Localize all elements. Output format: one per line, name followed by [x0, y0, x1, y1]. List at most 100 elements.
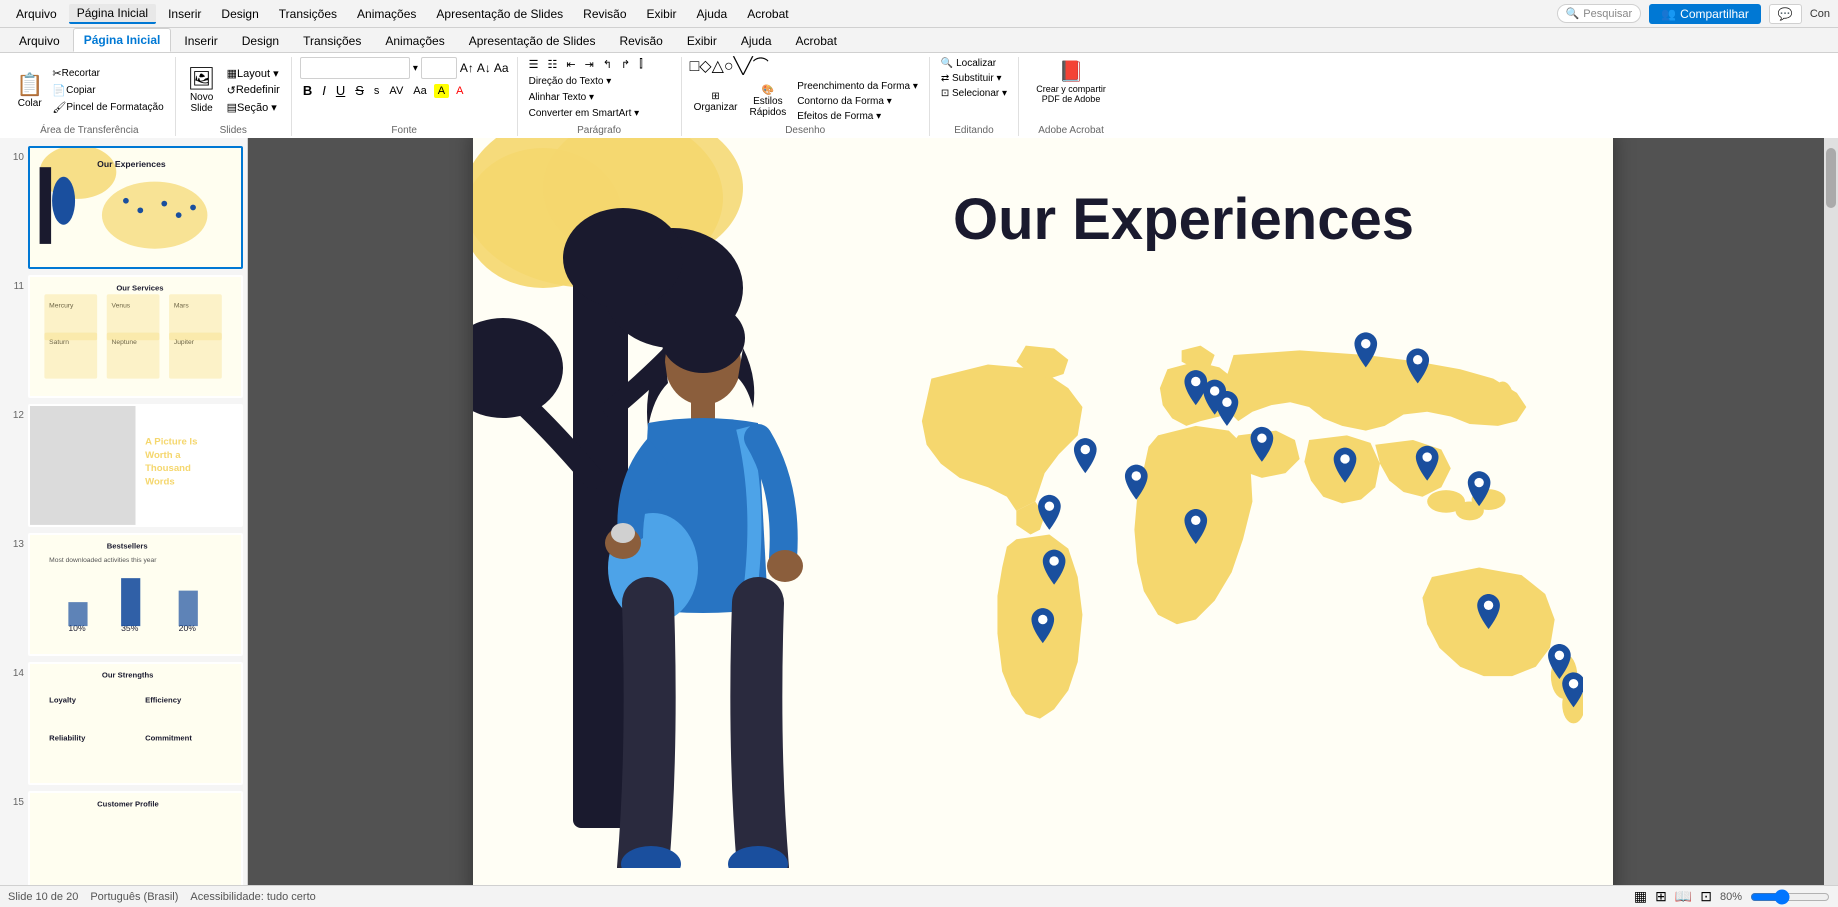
select-button[interactable]: ⊡ Selecionar ▾	[938, 87, 1010, 100]
slide-thumb-14[interactable]: 14 Our Strengths Loyalty Efficiency Reli…	[4, 662, 243, 785]
tab-pagina-inicial[interactable]: Página Inicial	[73, 28, 172, 52]
reset-icon: ↺	[227, 84, 236, 97]
search-box[interactable]: 🔍 Pesquisar	[1557, 4, 1642, 23]
scroll-bar[interactable]	[1824, 138, 1838, 885]
slide-img-15[interactable]: Customer Profile	[28, 791, 243, 885]
right-to-left-button[interactable]: ↱	[618, 57, 633, 72]
shape-outline-button[interactable]: Contorno da Forma ▾	[794, 95, 921, 108]
ribbon-group-editing: 🔍 Localizar ⇄ Substituir ▾ ⊡ Selecionar …	[934, 57, 1019, 136]
menu-acrobat[interactable]: Acrobat	[739, 5, 796, 23]
menu-pagina-inicial[interactable]: Página Inicial	[69, 4, 156, 24]
svg-text:Commitment: Commitment	[145, 733, 192, 742]
slide-thumb-15[interactable]: 15 Customer Profile	[4, 791, 243, 885]
shadow-button[interactable]: s	[371, 84, 383, 98]
replace-button[interactable]: ⇄ Substituir ▾	[938, 72, 1010, 85]
comment-button[interactable]: 💬	[1769, 4, 1802, 24]
status-bar: Slide 10 de 20 Português (Brasil) Acessi…	[0, 885, 1838, 907]
format-painter-label: Pincel de Formatação	[66, 102, 163, 113]
char-spacing-button[interactable]: AV	[386, 84, 406, 98]
bold-button[interactable]: B	[300, 82, 315, 99]
underline-button[interactable]: U	[333, 82, 348, 99]
view-sorter-button[interactable]: ⊞	[1655, 888, 1667, 905]
quick-styles-button[interactable]: 🎨 EstilosRápidos	[746, 83, 791, 120]
view-normal-button[interactable]: ▦	[1634, 888, 1647, 905]
slide-img-10[interactable]: Our Experiences	[28, 146, 243, 269]
slide-thumb-11[interactable]: 11 Our Services Mercury Venus Mars Satur…	[4, 275, 243, 398]
tab-acrobat[interactable]: Acrobat	[785, 29, 848, 52]
highlight-button[interactable]: A	[434, 84, 449, 98]
tab-revisao[interactable]: Revisão	[608, 29, 673, 52]
menu-transicoes[interactable]: Transições	[271, 5, 345, 23]
layout-button[interactable]: ▦ Layout ▾	[224, 66, 283, 81]
menu-inserir[interactable]: Inserir	[160, 5, 209, 23]
world-map-svg	[903, 298, 1583, 856]
slide-img-11[interactable]: Our Services Mercury Venus Mars Saturn N…	[28, 275, 243, 398]
text-direction-button[interactable]: Direção do Texto ▾	[526, 75, 615, 88]
zoom-slider[interactable]	[1750, 890, 1830, 904]
reset-button[interactable]: ↺ Redefinir	[224, 83, 283, 98]
slide-thumb-10[interactable]: 10 Our Experiences	[4, 146, 243, 269]
bullets-button[interactable]: ☰	[526, 57, 542, 72]
reset-label: Redefinir	[236, 84, 280, 96]
columns-button[interactable]: ⫿	[636, 57, 646, 72]
tab-exibir[interactable]: Exibir	[676, 29, 728, 52]
slide-thumb-13[interactable]: 13 Bestsellers Most downloaded activitie…	[4, 533, 243, 656]
view-reading-button[interactable]: 📖	[1675, 888, 1692, 905]
case-button[interactable]: Aa	[410, 84, 429, 98]
menu-arquivo[interactable]: Arquivo	[8, 5, 65, 23]
tab-ajuda[interactable]: Ajuda	[730, 29, 783, 52]
paste-button[interactable]: 📋 Colar	[12, 70, 47, 111]
copy-button[interactable]: 📄 Copiar	[49, 83, 166, 98]
menu-apresentacao[interactable]: Apresentação de Slides	[428, 5, 571, 23]
slide-info: Slide 10 de 20	[8, 891, 78, 903]
font-size-input[interactable]	[421, 57, 457, 79]
search-icon: 🔍	[1566, 7, 1580, 20]
slide-img-12[interactable]: A Picture Is Worth a Thousand Words	[28, 404, 243, 527]
menu-exibir[interactable]: Exibir	[639, 5, 685, 23]
format-painter-button[interactable]: 🖌 Pincel de Formatação	[49, 100, 166, 115]
tab-animacoes[interactable]: Animações	[374, 29, 455, 52]
cut-button[interactable]: ✂ Recortar	[49, 66, 166, 81]
acrobat-pdf-button[interactable]: 📕 Crear y compartirPDF de Adobe	[1032, 57, 1110, 106]
arrange-button[interactable]: ⊞ Organizar	[690, 89, 742, 115]
drawing-label: Desenho	[785, 125, 825, 136]
slide-panel: 10 Our Experiences	[0, 138, 248, 885]
slide-img-14[interactable]: Our Strengths Loyalty Efficiency Reliabi…	[28, 662, 243, 785]
left-to-right-button[interactable]: ↰	[600, 57, 615, 72]
section-icon: ▤	[227, 101, 237, 114]
decrease-indent-button[interactable]: ⇤	[563, 57, 578, 72]
find-button[interactable]: 🔍 Localizar	[938, 57, 1010, 70]
menu-animacoes[interactable]: Animações	[349, 5, 424, 23]
shape-effects-button[interactable]: Efeitos de Forma ▾	[794, 110, 921, 123]
menu-bar: Arquivo Página Inicial Inserir Design Tr…	[0, 0, 1838, 28]
tab-design[interactable]: Design	[231, 29, 290, 52]
world-map-area	[903, 298, 1583, 856]
slide-img-13[interactable]: Bestsellers Most downloaded activities t…	[28, 533, 243, 656]
strikethrough-button[interactable]: S	[352, 82, 367, 99]
numbering-button[interactable]: ☷	[544, 57, 560, 72]
new-slide-button[interactable]: 🖼 NovoSlide	[184, 64, 220, 116]
menu-design[interactable]: Design	[213, 5, 266, 23]
share-button[interactable]: 👥 Compartilhar	[1649, 4, 1761, 24]
slide-title: Our Experiences	[953, 188, 1573, 252]
tab-apresentacao[interactable]: Apresentação de Slides	[458, 29, 607, 52]
italic-button[interactable]: I	[319, 82, 329, 99]
convert-smartart-button[interactable]: Converter em SmartArt ▾	[526, 107, 643, 120]
copy-label: Copiar	[66, 85, 95, 96]
scroll-thumb[interactable]	[1826, 148, 1836, 208]
view-present-button[interactable]: ⊡	[1700, 888, 1712, 905]
font-name-input[interactable]	[300, 57, 410, 79]
svg-text:A Picture Is: A Picture Is	[145, 436, 197, 447]
align-text-button[interactable]: Alinhar Texto ▾	[526, 91, 597, 104]
font-color-button[interactable]: A	[453, 84, 466, 98]
increase-indent-button[interactable]: ⇥	[582, 57, 597, 72]
shape-fill-button[interactable]: Preenchimento da Forma ▾	[794, 80, 921, 93]
tab-transicoes[interactable]: Transições	[292, 29, 372, 52]
menu-ajuda[interactable]: Ajuda	[689, 5, 736, 23]
tab-inserir[interactable]: Inserir	[173, 29, 228, 52]
slide-thumb-12[interactable]: 12 A Picture Is Worth a Thousand Words	[4, 404, 243, 527]
menu-revisao[interactable]: Revisão	[575, 5, 634, 23]
section-button[interactable]: ▤ Seção ▾	[224, 100, 283, 115]
svg-text:Most downloaded activities thi: Most downloaded activities this year	[49, 557, 157, 564]
tab-arquivo[interactable]: Arquivo	[8, 29, 71, 52]
